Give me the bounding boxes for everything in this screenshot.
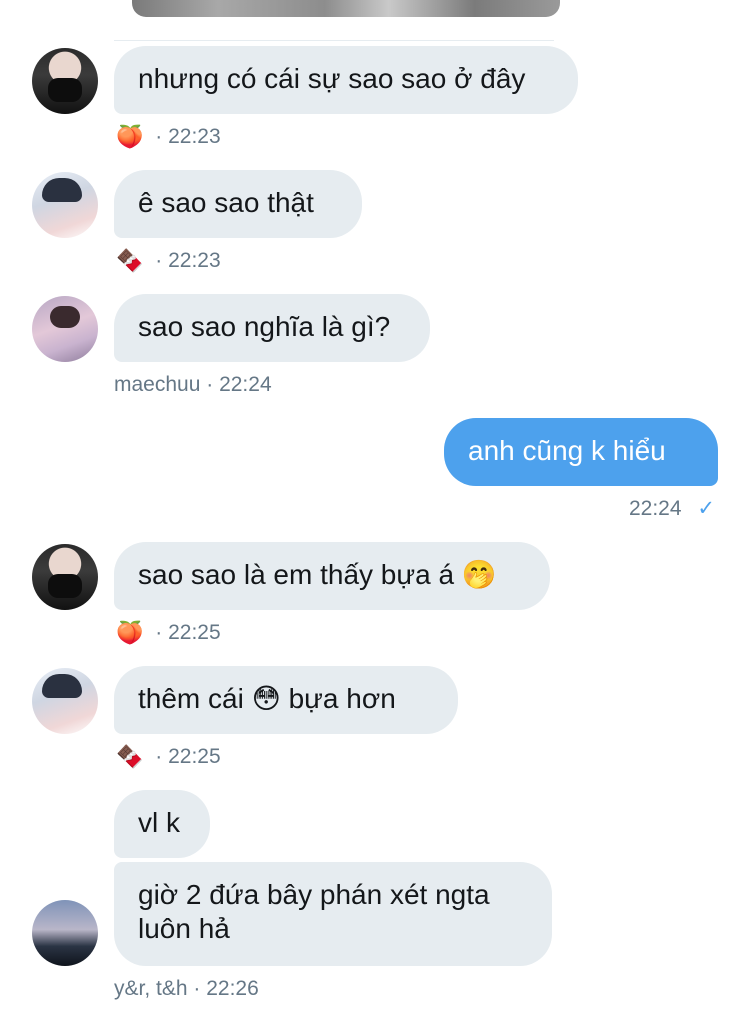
message-bubble[interactable]: giờ 2 đứa bây phán xét ngta luôn hả — [114, 862, 552, 966]
meta-separator: · — [206, 373, 214, 396]
message-time: 22:23 — [168, 125, 221, 148]
meta-separator: · — [155, 745, 163, 768]
message-text: anh cũng k hiểu — [468, 435, 666, 466]
sender-name[interactable]: maechuu — [114, 373, 200, 396]
message-text: bựa hơn — [288, 683, 396, 714]
flushed-face-emoji: 😳 — [251, 682, 281, 715]
message-bubble[interactable]: sao sao nghĩa là gì? — [114, 294, 430, 362]
chocolate-icon: 🍫 — [116, 744, 144, 769]
message-time: 22:26 — [206, 977, 259, 1000]
meta-separator: · — [155, 249, 163, 272]
message-text: vl k — [138, 807, 180, 838]
pink-jacket-user-avatar[interactable] — [32, 296, 98, 362]
message-text: thêm cái — [138, 683, 244, 714]
message-time: 22:25 — [168, 621, 221, 644]
dark-hair-user-avatar[interactable] — [32, 172, 98, 238]
meta-separator: · — [155, 621, 163, 644]
message-bubble[interactable]: sao sao là em thấy bựa á 🤭 — [114, 542, 550, 610]
message-text: ê sao sao thật — [138, 187, 314, 218]
message-meta: 🍑 · 22:25 — [116, 620, 221, 646]
masked-user-avatar[interactable] — [32, 544, 98, 610]
message-bubble[interactable]: thêm cái 😳 bựa hơn — [114, 666, 458, 734]
sender-name[interactable]: y&r, t&h — [114, 977, 188, 1000]
sky-photo-user-avatar[interactable] — [32, 900, 98, 966]
meta-separator: · — [193, 977, 201, 1000]
message-bubble[interactable]: ê sao sao thật — [114, 170, 362, 238]
divider — [114, 40, 554, 41]
message-text: nhưng có cái sự sao sao ở đây — [138, 63, 526, 94]
message-meta: maechuu · 22:24 — [114, 372, 272, 398]
message-time: 22:24 — [219, 373, 272, 396]
peach-icon: 🍑 — [116, 620, 144, 645]
message-bubble[interactable]: vl k — [114, 790, 210, 858]
sent-message-bubble[interactable]: anh cũng k hiểu — [444, 418, 718, 486]
message-text: sao sao nghĩa là gì? — [138, 311, 391, 342]
message-time: 22:23 — [168, 249, 221, 272]
message-time: 22:25 — [168, 745, 221, 768]
chocolate-icon: 🍫 — [116, 248, 144, 273]
message-meta: 🍫 · 22:25 — [116, 744, 221, 770]
message-time: 22:24 — [628, 497, 682, 520]
meta-separator: · — [155, 125, 163, 148]
message-text: giờ 2 đứa bây phán xét ngta luôn hả — [138, 879, 490, 944]
message-meta: 22:24 ✓ — [629, 496, 715, 522]
message-meta: 🍫 · 22:23 — [116, 248, 221, 274]
read-receipt-icon: ✓ — [697, 497, 715, 520]
message-bubble[interactable]: nhưng có cái sự sao sao ở đây — [114, 46, 578, 114]
message-text: sao sao là em thấy bựa á — [138, 559, 455, 590]
dark-hair-user-avatar[interactable] — [32, 668, 98, 734]
masked-user-avatar[interactable] — [32, 48, 98, 114]
hand-over-mouth-emoji: 🤭 — [461, 558, 497, 591]
peach-icon: 🍑 — [116, 124, 144, 149]
shared-image-preview[interactable] — [132, 0, 560, 17]
message-meta: 🍑 · 22:23 — [116, 124, 221, 150]
message-meta: y&r, t&h · 22:26 — [114, 976, 259, 1002]
